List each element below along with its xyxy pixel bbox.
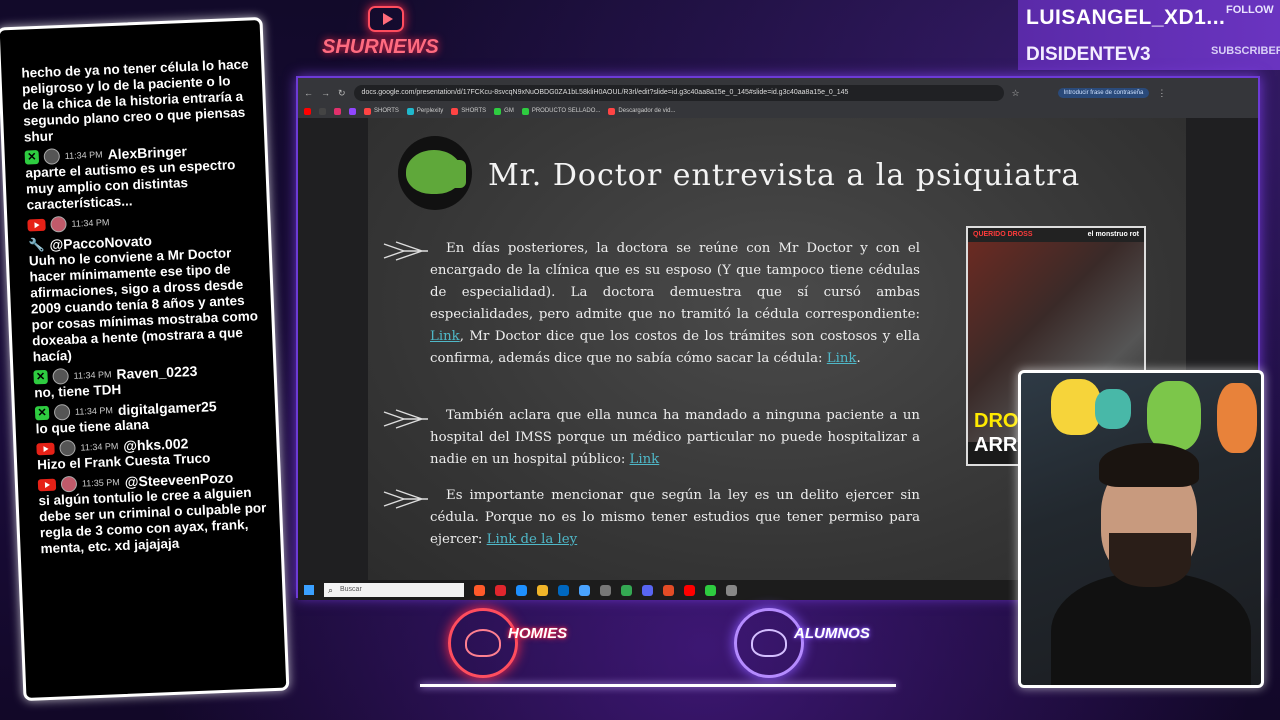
forward-icon[interactable]: → bbox=[321, 88, 330, 98]
subscriber-name: DISIDENTEV3 bbox=[1026, 44, 1151, 65]
twitch-badge-icon: ✕ bbox=[24, 150, 40, 165]
chat-time: 11:34 PM bbox=[80, 441, 119, 453]
avatar bbox=[50, 215, 67, 233]
app-icon[interactable] bbox=[726, 584, 737, 596]
subscriber-label: SUBSCRIBER bbox=[1211, 45, 1280, 57]
bookmark-icon bbox=[364, 107, 371, 115]
pepe-avatar-image bbox=[398, 136, 472, 210]
chat-time: 11:35 PM bbox=[81, 477, 120, 489]
menu-icon[interactable]: ⋮ bbox=[1157, 88, 1166, 99]
pikachu-plush-image bbox=[1051, 379, 1101, 435]
arrow-bullet-icon bbox=[382, 484, 430, 514]
bookmark-icon bbox=[494, 107, 502, 115]
chat-message-text: si algún tontulio le cree a alguien debe… bbox=[38, 484, 267, 557]
follow-label: FOLLOW bbox=[1226, 4, 1274, 16]
reload-icon[interactable]: ↻ bbox=[338, 88, 346, 99]
avatar bbox=[53, 403, 71, 421]
edge-icon[interactable] bbox=[516, 584, 527, 596]
slide-link[interactable]: Link de la ley bbox=[487, 532, 578, 547]
twitch-badge-icon: ✕ bbox=[33, 369, 48, 385]
plush-image bbox=[1147, 381, 1201, 451]
bookmark-item[interactable]: SHORTS bbox=[451, 107, 486, 115]
folder-icon[interactable] bbox=[537, 584, 548, 596]
x-bookmark-icon[interactable] bbox=[319, 107, 326, 115]
bookmark-icon bbox=[406, 107, 414, 115]
chat-message-text: aparte el autismo es un espectro muy amp… bbox=[25, 157, 236, 213]
arrow-bullet-icon bbox=[382, 236, 430, 266]
chat-username[interactable]: Raven_0223 bbox=[116, 363, 198, 382]
streamer-body bbox=[1051, 573, 1251, 685]
avatar bbox=[52, 368, 69, 385]
chat-message-text: Uuh no le conviene a Mr Doctor hacer mín… bbox=[28, 245, 259, 365]
follower-name: LUISANGEL_XD1... bbox=[1026, 6, 1226, 29]
chrome-icon[interactable] bbox=[621, 584, 632, 596]
avatar bbox=[59, 439, 76, 457]
slide-link[interactable]: Link bbox=[630, 452, 660, 467]
live-chat-panel[interactable]: hecho de ya no tener célula lo hace peli… bbox=[0, 16, 290, 702]
slide-paragraph-2: También aclara que ella nunca ha mandado… bbox=[430, 408, 920, 467]
youtube-badge-icon bbox=[36, 442, 55, 456]
store-icon[interactable] bbox=[558, 584, 569, 596]
instagram-bookmark-icon[interactable] bbox=[334, 107, 341, 115]
app-icon[interactable] bbox=[579, 584, 590, 596]
back-icon[interactable]: ← bbox=[304, 88, 313, 98]
youtube-badge-icon bbox=[27, 218, 46, 232]
neon-divider bbox=[420, 684, 896, 687]
streamer-hair bbox=[1099, 443, 1199, 487]
slide-paragraph-3: Es importante mencionar que según la ley… bbox=[430, 488, 920, 547]
star-icon[interactable]: ☆ bbox=[1012, 88, 1020, 99]
slide-title: Mr. Doctor entrevista a la psiquiatra bbox=[488, 158, 1081, 193]
homies-badge-icon bbox=[448, 608, 518, 678]
bookmark-icon bbox=[608, 107, 616, 115]
alumnos-label: ALUMNOS bbox=[794, 625, 870, 642]
chat-message-text: hecho de ya no tener célula lo hace peli… bbox=[21, 56, 249, 145]
channel-logo-text: SHURNEWS bbox=[322, 36, 439, 58]
avatar bbox=[43, 148, 61, 165]
pokeball-icon[interactable] bbox=[684, 584, 695, 596]
youtube-badge-icon bbox=[37, 478, 57, 492]
windows-start-icon[interactable] bbox=[304, 585, 314, 595]
chat-time: 11:34 PM bbox=[71, 217, 110, 229]
password-chip[interactable]: Introducir frase de contraseña bbox=[1057, 88, 1150, 98]
opera-icon[interactable] bbox=[495, 584, 506, 596]
arrow-bullet-icon bbox=[382, 404, 430, 434]
plush-image bbox=[1217, 383, 1257, 453]
slide-paragraph-1: En días posteriores, la doctora se reúne… bbox=[430, 241, 920, 366]
bookmark-item[interactable]: Descargador de vid... bbox=[608, 107, 675, 115]
bookmarks-bar: SHORTS Perplexity SHORTS GM PRODUCTO SEL… bbox=[298, 104, 1258, 118]
youtube-logo-icon bbox=[368, 6, 404, 32]
discord-icon[interactable] bbox=[642, 584, 653, 596]
brave-icon[interactable] bbox=[474, 584, 485, 596]
twitch-bookmark-icon[interactable] bbox=[349, 107, 356, 115]
app-icon[interactable] bbox=[663, 584, 674, 596]
slide-link[interactable]: Link bbox=[430, 329, 460, 344]
chat-time: 11:34 PM bbox=[73, 369, 112, 381]
taskbar-search-input[interactable]: Buscar bbox=[324, 583, 464, 597]
bookmark-item[interactable]: SHORTS bbox=[364, 107, 399, 115]
youtube-bookmark-icon[interactable] bbox=[304, 107, 311, 115]
avatar bbox=[60, 475, 78, 493]
homies-label: HOMIES bbox=[508, 625, 568, 642]
bookmark-item[interactable]: Perplexity bbox=[406, 107, 443, 115]
webcam-feed bbox=[1018, 370, 1264, 688]
bookmark-item[interactable]: GM bbox=[494, 107, 514, 115]
chat-time: 11:34 PM bbox=[74, 405, 114, 417]
twitch-badge-icon: ✕ bbox=[34, 405, 50, 421]
address-bar-row: ← → ↻ docs.google.com/presentation/d/17F… bbox=[298, 82, 1258, 104]
app-icon[interactable] bbox=[705, 584, 716, 596]
chat-time: 11:34 PM bbox=[64, 149, 103, 161]
plush-image bbox=[1095, 389, 1131, 429]
alumnos-badge-icon bbox=[734, 608, 804, 678]
bookmark-item[interactable]: PRODUCTO SELLADO... bbox=[521, 107, 600, 115]
bookmark-icon bbox=[521, 107, 529, 115]
bookmark-icon bbox=[451, 107, 459, 115]
streamer-beard bbox=[1109, 533, 1191, 587]
wrench-icon: 🔧 bbox=[28, 236, 45, 253]
url-input[interactable]: docs.google.com/presentation/d/17FCKcu-8… bbox=[353, 85, 1004, 101]
app-icon[interactable] bbox=[600, 584, 611, 596]
slide-link[interactable]: Link bbox=[827, 351, 857, 366]
